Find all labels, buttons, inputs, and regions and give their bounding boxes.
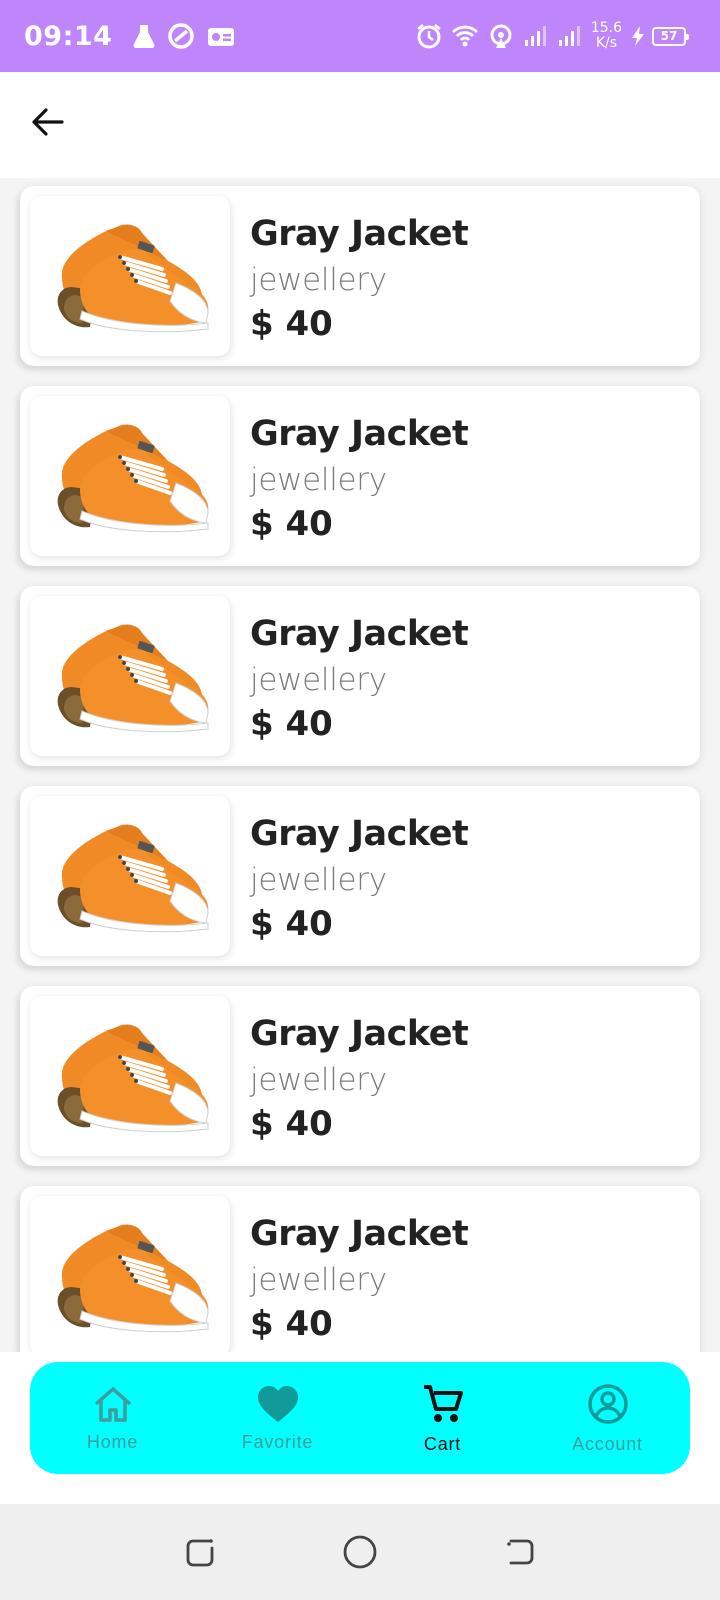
app-screen: 09:14 15.6 K/s 57 Gray Jacket jewellery … bbox=[0, 0, 720, 1600]
home-circle-icon bbox=[343, 1535, 377, 1569]
product-category: jewellery bbox=[250, 662, 387, 698]
arrow-left-icon bbox=[32, 108, 64, 136]
status-right: 15.6 K/s 57 bbox=[407, 21, 689, 51]
sync-circle-icon bbox=[168, 23, 195, 49]
status-time: 09:14 bbox=[24, 20, 113, 52]
status-left: 09:14 bbox=[24, 21, 236, 52]
cart-item-card[interactable]: Gray Jacket jewellery $ 40 bbox=[20, 186, 700, 366]
nav-label-home: Home bbox=[86, 1431, 139, 1452]
back-button[interactable] bbox=[22, 96, 74, 148]
network-speed: 15.6 K/s bbox=[591, 21, 622, 51]
product-category: jewellery bbox=[250, 262, 387, 298]
orange-sneaker-image bbox=[57, 624, 209, 733]
cart-item-card[interactable]: Gray Jacket jewellery $ 40 bbox=[20, 586, 700, 766]
orange-sneaker-image bbox=[57, 1024, 209, 1133]
product-title: Gray Jacket bbox=[250, 1214, 469, 1254]
bottom-nav: Home Favorite Cart Account bbox=[30, 1362, 690, 1474]
product-category: jewellery bbox=[250, 862, 387, 898]
product-price: $ 40 bbox=[250, 304, 333, 344]
net-speed-value: 15.6 bbox=[590, 20, 622, 36]
product-image bbox=[30, 196, 230, 356]
product-image bbox=[30, 1196, 230, 1352]
product-title: Gray Jacket bbox=[250, 814, 469, 854]
battery-level: 57 bbox=[660, 29, 678, 43]
orange-sneaker-image bbox=[57, 824, 209, 933]
cart-item-card[interactable]: Gray Jacket jewellery $ 40 bbox=[20, 786, 700, 966]
orange-sneaker-image bbox=[57, 224, 209, 333]
cart-item-card[interactable]: Gray Jacket jewellery $ 40 bbox=[20, 386, 700, 566]
recents-icon bbox=[186, 1539, 214, 1567]
cart-icon bbox=[423, 1384, 463, 1422]
back-gesture-icon bbox=[507, 1539, 534, 1565]
cart-item-card[interactable]: Gray Jacket jewellery $ 40 bbox=[20, 1186, 700, 1352]
bottom-nav-container: Home Favorite Cart Account bbox=[0, 1352, 720, 1504]
radio-icon bbox=[208, 28, 235, 46]
product-image bbox=[30, 596, 230, 756]
product-title: Gray Jacket bbox=[250, 414, 469, 454]
product-image bbox=[30, 996, 230, 1156]
signal-2-icon bbox=[558, 26, 580, 46]
flask-icon bbox=[134, 25, 155, 48]
nav-label-account: Account bbox=[572, 1433, 643, 1454]
orange-sneaker-image bbox=[57, 424, 209, 533]
system-nav-bar bbox=[0, 1504, 720, 1600]
recents-button[interactable] bbox=[170, 1522, 230, 1582]
nav-item-account[interactable]: Account bbox=[533, 1382, 683, 1455]
wifi-icon bbox=[451, 25, 478, 47]
product-price: $ 40 bbox=[250, 1304, 333, 1344]
cart-item-list[interactable]: Gray Jacket jewellery $ 40 Gray Jacket jewe… bbox=[0, 178, 720, 1352]
heart-icon bbox=[257, 1385, 298, 1422]
account-icon bbox=[587, 1383, 628, 1424]
product-price: $ 40 bbox=[250, 1104, 333, 1144]
orange-sneaker-image bbox=[57, 1224, 209, 1333]
product-title: Gray Jacket bbox=[250, 614, 469, 654]
status-bar: 09:14 15.6 K/s 57 bbox=[0, 0, 720, 72]
back-system-button[interactable] bbox=[490, 1522, 550, 1582]
signal-1-icon bbox=[524, 26, 546, 46]
product-category: jewellery bbox=[250, 462, 387, 498]
nav-label-favorite: Favorite bbox=[241, 1431, 314, 1452]
product-price: $ 40 bbox=[250, 904, 333, 944]
nav-label-cart: Cart bbox=[423, 1433, 462, 1454]
nav-item-home[interactable]: Home bbox=[38, 1384, 188, 1453]
net-speed-unit: K/s bbox=[595, 35, 618, 51]
nav-item-favorite[interactable]: Favorite bbox=[203, 1384, 353, 1453]
nav-item-cart[interactable]: Cart bbox=[368, 1382, 518, 1455]
product-category: jewellery bbox=[250, 1062, 387, 1098]
product-title: Gray Jacket bbox=[250, 1014, 469, 1054]
home-system-button[interactable] bbox=[330, 1522, 390, 1582]
product-image bbox=[30, 396, 230, 556]
product-title: Gray Jacket bbox=[250, 214, 469, 254]
product-price: $ 40 bbox=[250, 704, 333, 744]
app-bar bbox=[0, 72, 720, 178]
product-category: jewellery bbox=[250, 1262, 387, 1298]
charging-icon bbox=[632, 26, 644, 46]
home-icon bbox=[94, 1386, 131, 1422]
hotspot-icon bbox=[490, 24, 512, 48]
product-image bbox=[30, 796, 230, 956]
battery-indicator: 57 bbox=[652, 26, 689, 46]
product-price: $ 40 bbox=[250, 504, 333, 544]
cart-item-card[interactable]: Gray Jacket jewellery $ 40 bbox=[20, 986, 700, 1166]
alarm-icon bbox=[417, 24, 441, 49]
